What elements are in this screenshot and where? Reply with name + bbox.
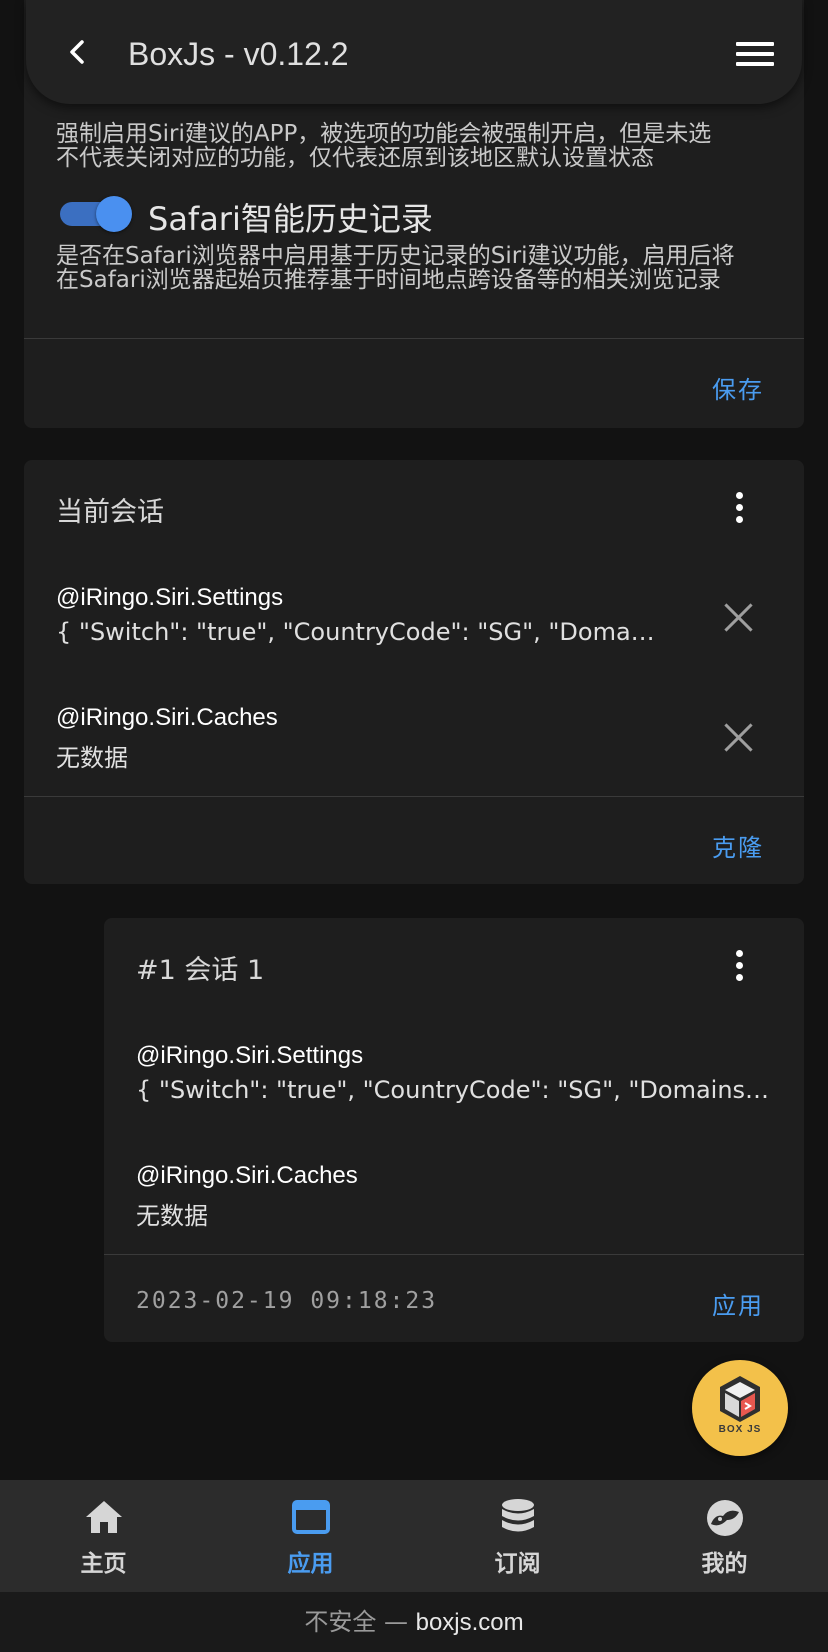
fab-logo-text: BOX JS [718,1424,762,1435]
current-session-title: 当前会话 [56,497,164,528]
safari-history-label: Safari智能历史记录 [148,200,433,238]
session-item-key: @iRingo.Siri.Caches [136,1162,358,1189]
safari-history-description-line1: 是否在Safari浏览器中启用基于历史记录的Siri建议功能，启用后将 [56,243,735,269]
url-domain: boxjs.com [415,1609,524,1636]
nav-item-apps[interactable]: 应用 [207,1480,414,1592]
save-button[interactable]: 保存 [712,370,764,405]
session-item-value: 无数据 [136,1202,208,1230]
back-arrow-icon[interactable] [64,38,92,66]
more-vert-icon[interactable] [736,950,744,982]
boxjs-logo-icon [720,1376,760,1422]
app-window-icon [291,1500,330,1534]
safari-history-switch[interactable] [60,196,132,232]
database-icon [501,1499,534,1532]
nav-item-subscriptions[interactable]: 订阅 [414,1480,621,1592]
session-timestamp: 2023-02-19 09:18:23 [136,1288,438,1314]
more-vert-icon[interactable] [736,492,744,524]
close-icon[interactable] [724,602,754,632]
nav-label: 我的 [701,1551,748,1577]
bottom-nav: 主页 应用 订阅 我的 [0,1480,828,1592]
current-session-card: 当前会话 @iRingo.Siri.Settings { "Switch": "… [24,460,804,884]
session-item-key: @iRingo.Siri.Caches [56,704,278,731]
nav-label: 应用 [287,1551,334,1577]
home-icon [85,1501,122,1533]
safari-history-description: 是否在Safari浏览器中启用基于历史记录的Siri建议功能，启用后将 在Saf… [56,244,772,292]
nav-item-home[interactable]: 主页 [0,1480,207,1592]
saved-session-title: #1 会话 1 [136,955,265,986]
session-item-key: @iRingo.Siri.Settings [56,584,284,611]
clone-button[interactable]: 克隆 [712,828,764,863]
divider [24,796,804,797]
apply-button[interactable]: 应用 [712,1286,764,1321]
boxjs-fab-button[interactable]: BOX JS [692,1360,788,1456]
siri-apps-description: 强制启用Siri建议的APP，被选项的功能会被强制开启，但是未选 不代表关闭对应… [56,122,772,170]
session-item-value: 无数据 [56,744,128,772]
browser-url-bar[interactable]: 不安全 — boxjs.com [0,1592,828,1652]
siri-apps-description-line2: 不代表关闭对应的功能，仅代表还原到该地区默认设置状态 [56,145,654,171]
saved-session-card: #1 会话 1 @iRingo.Siri.Settings { "Switch"… [104,918,804,1342]
session-item-key: @iRingo.Siri.Settings [136,1042,364,1069]
divider [104,1254,804,1255]
close-icon[interactable] [724,722,754,752]
profile-icon [706,1500,743,1536]
page-title: BoxJs - v0.12.2 [128,36,349,72]
app-bar: BoxJs - v0.12.2 [26,0,802,104]
insecure-label: 不安全 — [304,1608,416,1636]
session-item-value: { "Switch": "true", "CountryCode": "SG",… [136,1076,776,1104]
siri-apps-description-line1: 强制启用Siri建议的APP，被选项的功能会被强制开启，但是未选 [56,121,712,147]
session-item-value: { "Switch": "true", "CountryCode": "SG",… [56,618,656,646]
nav-label: 主页 [80,1551,127,1577]
safari-history-description-line2: 在Safari浏览器起始页推荐基于时间地点跨设备等的相关浏览记录 [56,267,721,293]
nav-label: 订阅 [494,1551,541,1577]
divider [24,338,804,339]
nav-item-profile[interactable]: 我的 [621,1480,828,1592]
switch-thumb [96,196,132,232]
hamburger-menu-icon[interactable] [736,42,774,66]
